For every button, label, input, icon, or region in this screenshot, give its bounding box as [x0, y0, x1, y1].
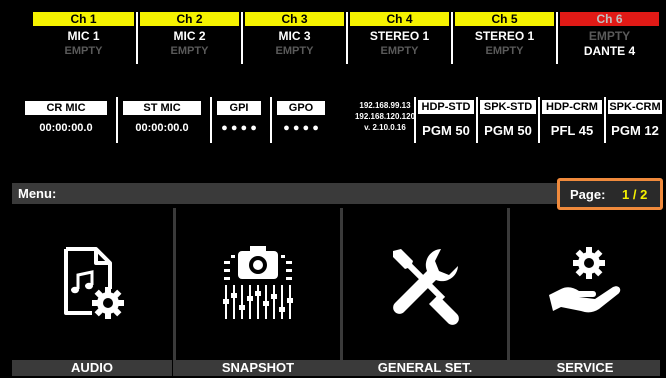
channel-strip: Ch 1 MIC 1 EMPTY Ch 2 MIC 2 EMPTY Ch 3 M…: [31, 12, 661, 67]
tile-label: SERVICE: [510, 360, 660, 376]
channel-header: Ch 5: [455, 12, 554, 26]
output-hdp-std[interactable]: HDP-STD PGM 50: [414, 97, 476, 143]
st-mic-value: 00:00:00.0: [135, 122, 189, 134]
camera-faders-icon: [223, 246, 293, 319]
service-tile[interactable]: SERVICE: [510, 208, 660, 378]
audio-file-gear-icon: [64, 247, 124, 319]
gpi-indicators: ● ● ● ●: [221, 122, 257, 134]
output-label: HDP-STD: [418, 100, 474, 114]
channel-source: STEREO 1: [369, 29, 430, 43]
hand-gear-icon: [549, 247, 621, 313]
cr-mic-value: 00:00:00.0: [39, 122, 93, 134]
channel-header: Ch 6: [560, 12, 659, 26]
snapshot-tile[interactable]: SNAPSHOT: [176, 208, 340, 378]
channel-header: Ch 1: [33, 12, 134, 26]
channel-source: STEREO 1: [474, 29, 535, 43]
output-value: PGM 12: [611, 123, 659, 138]
channel-secondary: EMPTY: [64, 45, 103, 57]
st-mic-label: ST MIC: [123, 101, 201, 115]
output-label: SPK-STD: [480, 100, 536, 114]
channel-6[interactable]: Ch 6 EMPTY DANTE 4: [556, 12, 661, 64]
page-label: Page:: [570, 187, 606, 202]
gpo-indicators: ● ● ● ●: [283, 122, 319, 134]
channel-header: Ch 2: [140, 12, 239, 26]
channel-2[interactable]: Ch 2 MIC 2 EMPTY: [136, 12, 241, 64]
gpi-label: GPI: [217, 101, 261, 115]
channel-5[interactable]: Ch 5 STEREO 1 EMPTY: [451, 12, 556, 64]
audio-tile[interactable]: AUDIO: [12, 208, 172, 378]
menu-label: Menu:: [18, 186, 57, 201]
output-value: PFL 45: [550, 123, 594, 138]
cr-mic-timer: CR MIC 00:00:00.0: [20, 97, 112, 143]
channel-secondary: EMPTY: [380, 45, 419, 57]
cr-mic-label: CR MIC: [25, 101, 107, 115]
channel-secondary: DANTE 4: [583, 44, 636, 58]
channel-source: MIC 3: [278, 29, 311, 43]
general-settings-tile[interactable]: GENERAL SET.: [343, 208, 507, 378]
page-value: 1 / 2: [622, 187, 648, 202]
channel-source: MIC 2: [173, 29, 206, 43]
channel-4[interactable]: Ch 4 STEREO 1 EMPTY: [346, 12, 451, 64]
tile-label: GENERAL SET.: [343, 360, 507, 376]
screwdriver-wrench-icon: [393, 249, 459, 325]
channel-header: Ch 4: [350, 12, 449, 26]
gpi-status: GPI ● ● ● ●: [210, 97, 266, 143]
channel-secondary: EMPTY: [275, 45, 314, 57]
output-spk-crm[interactable]: SPK-CRM PGM 12: [604, 97, 664, 143]
output-label: SPK-CRM: [608, 100, 662, 114]
channel-secondary: EMPTY: [485, 45, 524, 57]
tile-label: AUDIO: [12, 360, 172, 376]
gpo-label: GPO: [277, 101, 325, 115]
channel-source: MIC 1: [67, 29, 100, 43]
channel-3[interactable]: Ch 3 MIC 3 EMPTY: [241, 12, 346, 64]
output-value: PGM 50: [422, 123, 470, 138]
page-indicator[interactable]: Page: 1 / 2: [557, 178, 663, 210]
gpo-status: GPO ● ● ● ●: [270, 97, 330, 143]
channel-1[interactable]: Ch 1 MIC 1 EMPTY: [31, 12, 136, 64]
output-value: PGM 50: [484, 123, 532, 138]
channel-header: Ch 3: [245, 12, 344, 26]
channel-secondary: EMPTY: [170, 45, 209, 57]
st-mic-timer: ST MIC 00:00:00.0: [116, 97, 206, 143]
output-label: HDP-CRM: [542, 100, 602, 114]
tile-label: SNAPSHOT: [176, 360, 340, 376]
channel-source: EMPTY: [588, 29, 631, 43]
output-spk-std[interactable]: SPK-STD PGM 50: [476, 97, 538, 143]
output-hdp-crm[interactable]: HDP-CRM PFL 45: [538, 97, 604, 143]
